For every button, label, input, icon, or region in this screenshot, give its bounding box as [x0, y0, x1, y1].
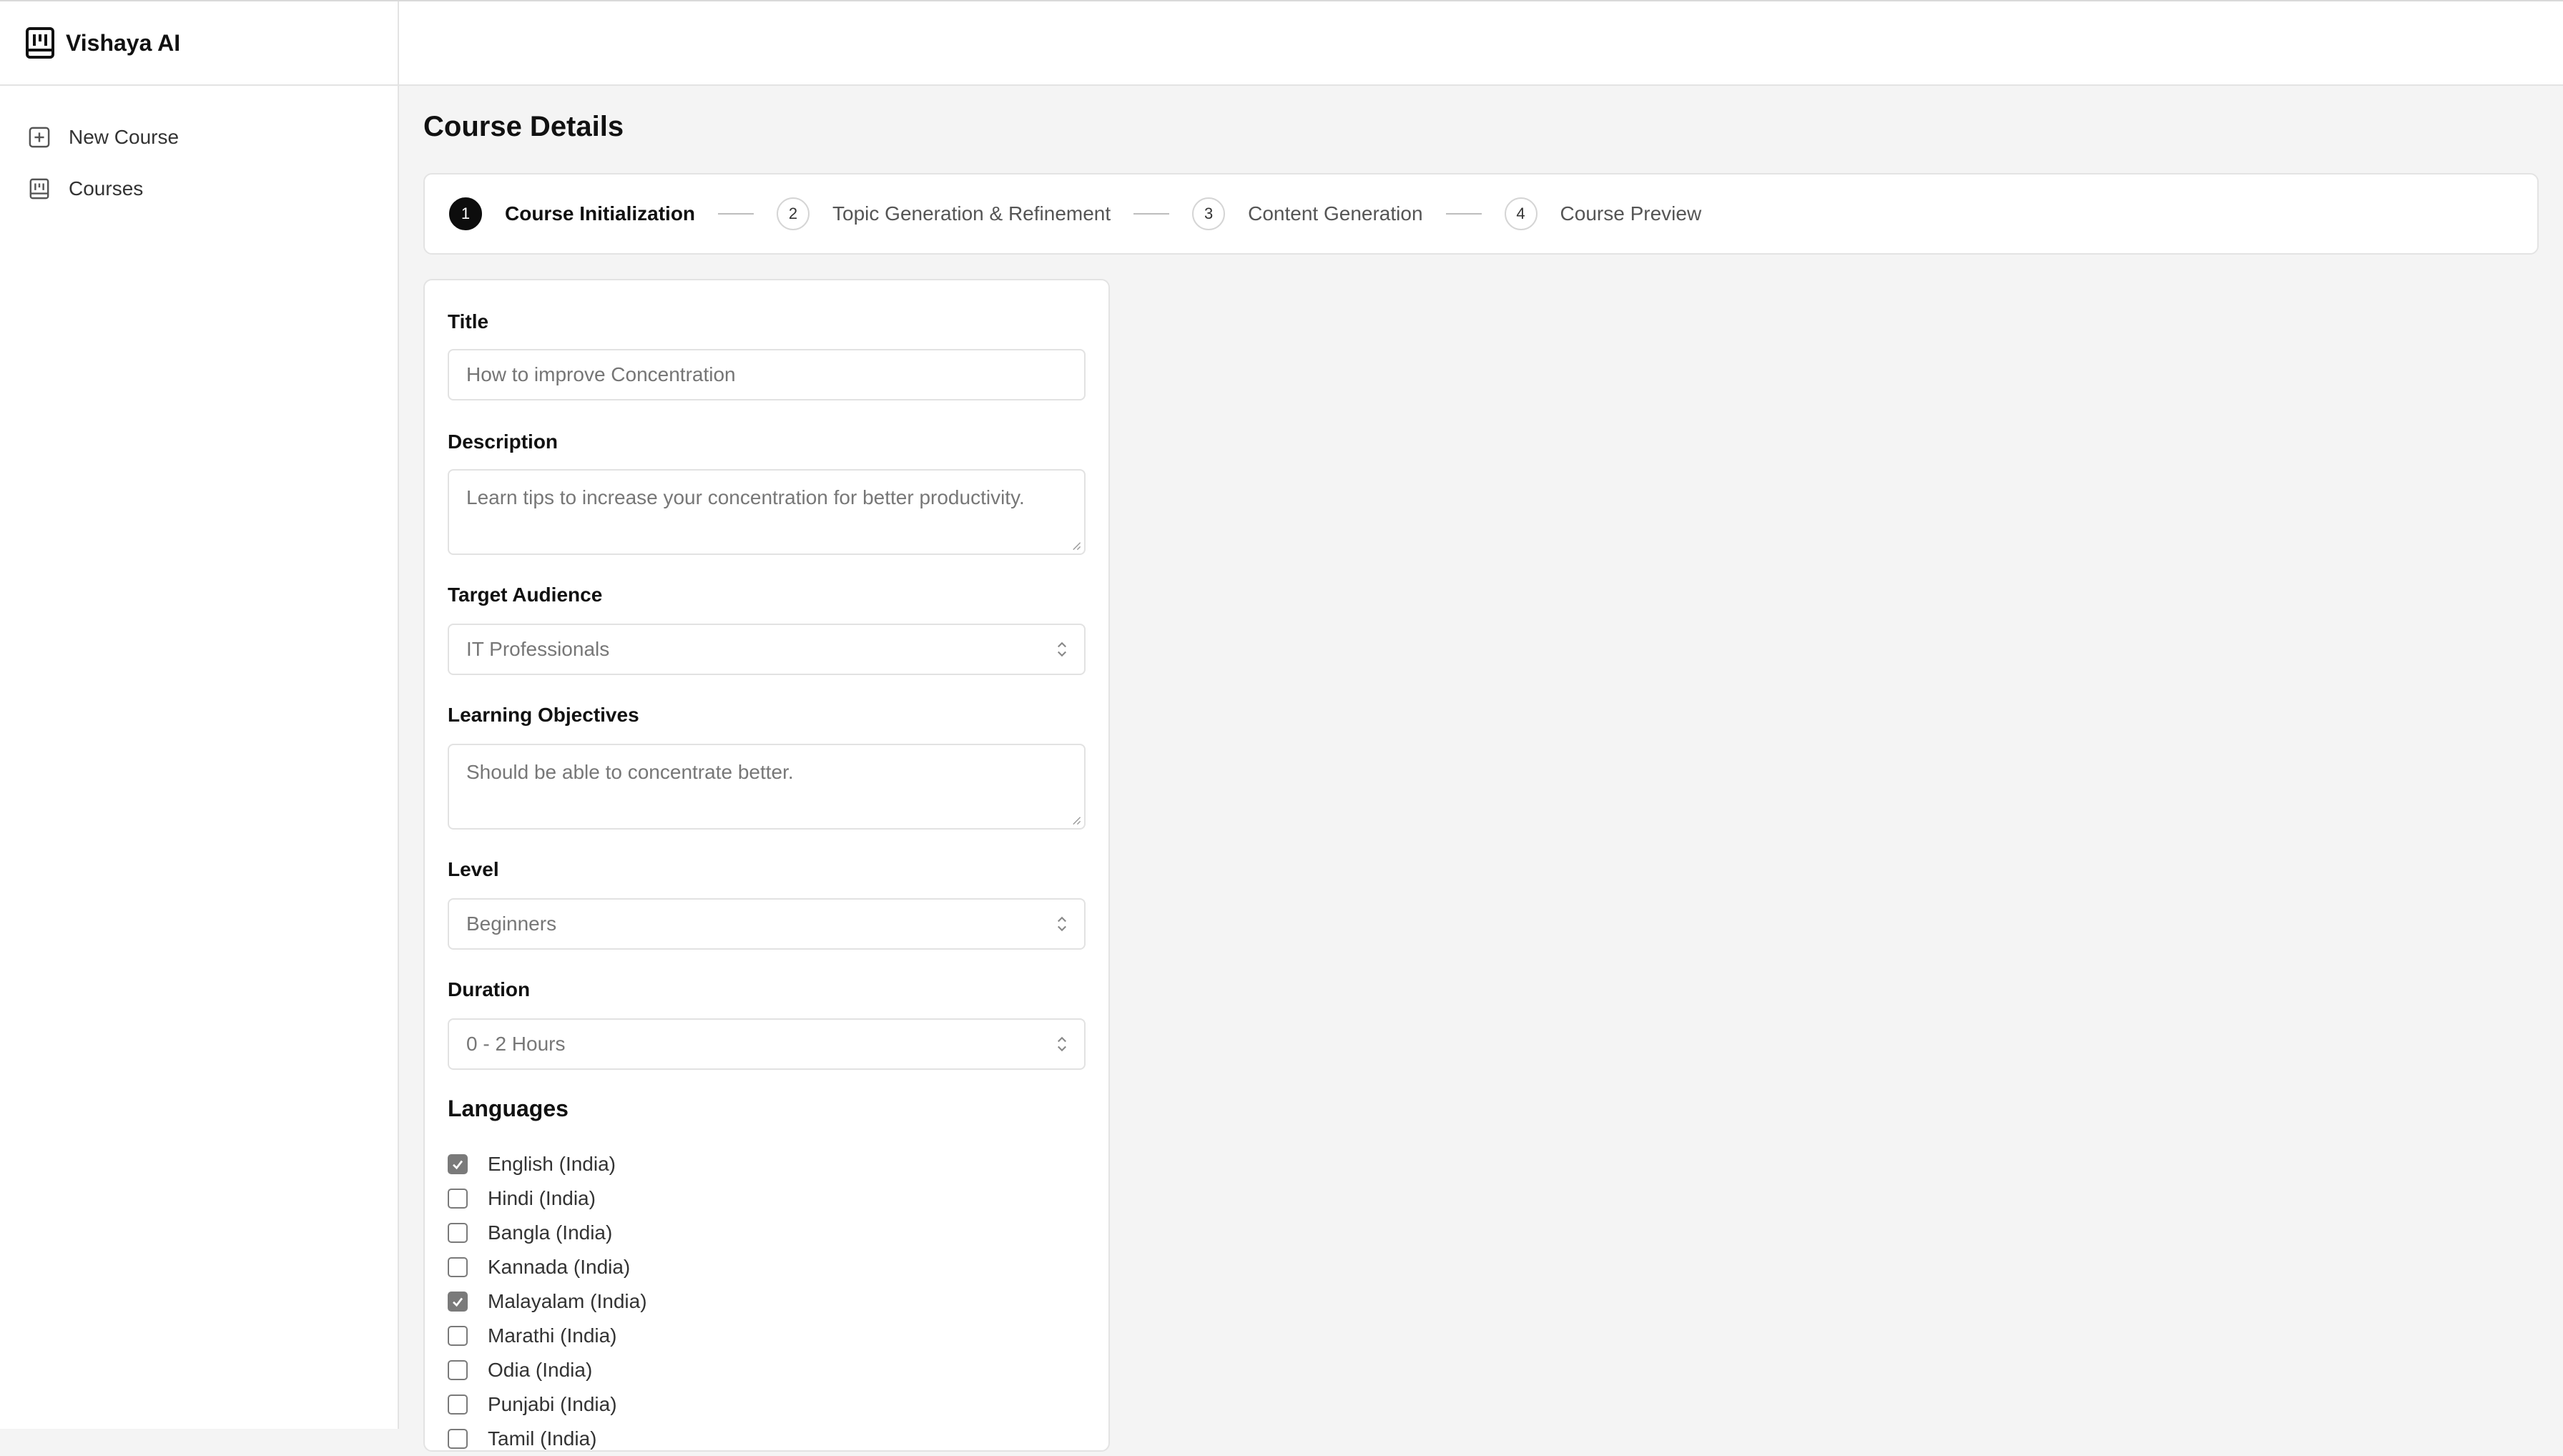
learning-objectives-textarea[interactable]: Should be able to concentrate better. [448, 744, 1086, 830]
step-separator [1133, 213, 1170, 215]
chevron-up-down-icon [1058, 1036, 1066, 1052]
target-audience-value: IT Professionals [466, 638, 610, 660]
duration-select[interactable]: 0 - 2 Hours [448, 1018, 1086, 1070]
target-audience-label: Target Audience [448, 584, 603, 606]
language-label: Tamil (India) [488, 1427, 597, 1450]
language-label: Hindi (India) [488, 1187, 596, 1209]
level-value: Beginners [466, 913, 557, 935]
check-icon [453, 1160, 463, 1170]
language-label: Malayalam (India) [488, 1290, 647, 1312]
step-number: 4 [1504, 197, 1538, 230]
sidebar-item-label: New Course [69, 126, 179, 148]
language-option[interactable]: Tamil (India) [448, 1422, 647, 1456]
language-label: Bangla (India) [488, 1221, 613, 1244]
language-label: Odia (India) [488, 1359, 593, 1381]
course-details-form: Title Description Learn tips to increase… [423, 279, 1110, 1452]
step-number: 1 [449, 197, 482, 230]
language-option[interactable]: Hindi (India) [448, 1181, 647, 1216]
language-option[interactable]: Odia (India) [448, 1353, 647, 1387]
sidebar-item-label: Courses [69, 177, 144, 200]
step-label: Content Generation [1248, 202, 1423, 225]
plus-square-icon [29, 127, 50, 148]
step-label: Course Initialization [505, 202, 696, 225]
checkbox[interactable] [448, 1360, 468, 1380]
duration-label: Duration [448, 978, 531, 1000]
step-separator [718, 213, 754, 215]
sidebar-item-new-course[interactable]: New Course [0, 112, 398, 163]
language-option[interactable]: Marathi (India) [448, 1319, 647, 1353]
language-option[interactable]: Malayalam (India) [448, 1284, 647, 1319]
level-select[interactable]: Beginners [448, 898, 1086, 950]
learning-objectives-placeholder: Should be able to concentrate better. [466, 761, 794, 783]
checkbox[interactable] [448, 1394, 468, 1415]
brand[interactable]: Vishaya AI [0, 1, 398, 86]
resize-handle-icon[interactable] [1071, 541, 1081, 551]
title-input[interactable] [448, 349, 1086, 400]
resize-handle-icon[interactable] [1071, 815, 1081, 825]
languages-heading: Languages [448, 1096, 569, 1121]
target-audience-select[interactable]: IT Professionals [448, 624, 1086, 675]
step-content-generation[interactable]: 3 Content Generation [1192, 197, 1423, 230]
chevron-up-down-icon [1058, 916, 1066, 932]
top-header [399, 1, 2563, 86]
description-textarea[interactable]: Learn tips to increase your concentratio… [448, 469, 1086, 555]
book-logo-icon [26, 27, 54, 59]
app-name: Vishaya AI [66, 29, 181, 56]
checkbox[interactable] [448, 1223, 468, 1243]
checkbox-checked[interactable] [448, 1154, 468, 1174]
checkbox[interactable] [448, 1326, 468, 1346]
language-label: Kannada (India) [488, 1256, 631, 1278]
stepper: 1 Course Initialization 2 Topic Generati… [423, 173, 2539, 255]
checkbox[interactable] [448, 1189, 468, 1209]
description-placeholder: Learn tips to increase your concentratio… [466, 486, 1025, 508]
description-label: Description [448, 431, 559, 453]
step-course-initialization[interactable]: 1 Course Initialization [449, 197, 695, 230]
step-number: 3 [1192, 197, 1226, 230]
page-title: Course Details [423, 111, 624, 142]
step-topic-generation[interactable]: 2 Topic Generation & Refinement [777, 197, 1111, 230]
sidebar-nav: New Course Courses [0, 86, 398, 215]
language-label: English (India) [488, 1153, 616, 1175]
sidebar-item-courses[interactable]: Courses [0, 163, 398, 215]
sidebar: Vishaya AI New Course Courses [0, 1, 399, 1429]
language-option[interactable]: Kannada (India) [448, 1250, 647, 1284]
languages-list: English (India) Hindi (India) Bangla (Indi… [448, 1147, 647, 1456]
check-icon [453, 1297, 463, 1307]
step-course-preview[interactable]: 4 Course Preview [1504, 197, 1702, 230]
step-label: Topic Generation & Refinement [832, 202, 1111, 225]
language-option[interactable]: Punjabi (India) [448, 1387, 647, 1422]
learning-objectives-label: Learning Objectives [448, 704, 639, 726]
step-number: 2 [777, 197, 810, 230]
checkbox[interactable] [448, 1429, 468, 1449]
language-label: Punjabi (India) [488, 1393, 617, 1415]
step-label: Course Preview [1560, 202, 1702, 225]
language-option[interactable]: Bangla (India) [448, 1216, 647, 1250]
language-label: Marathi (India) [488, 1324, 617, 1347]
duration-value: 0 - 2 Hours [466, 1033, 566, 1055]
step-separator [1445, 213, 1482, 215]
title-label: Title [448, 310, 489, 333]
checkbox[interactable] [448, 1257, 468, 1277]
checkbox-checked[interactable] [448, 1292, 468, 1312]
book-icon [29, 178, 49, 200]
language-option[interactable]: English (India) [448, 1147, 647, 1181]
chevron-up-down-icon [1058, 641, 1066, 657]
level-label: Level [448, 858, 499, 880]
